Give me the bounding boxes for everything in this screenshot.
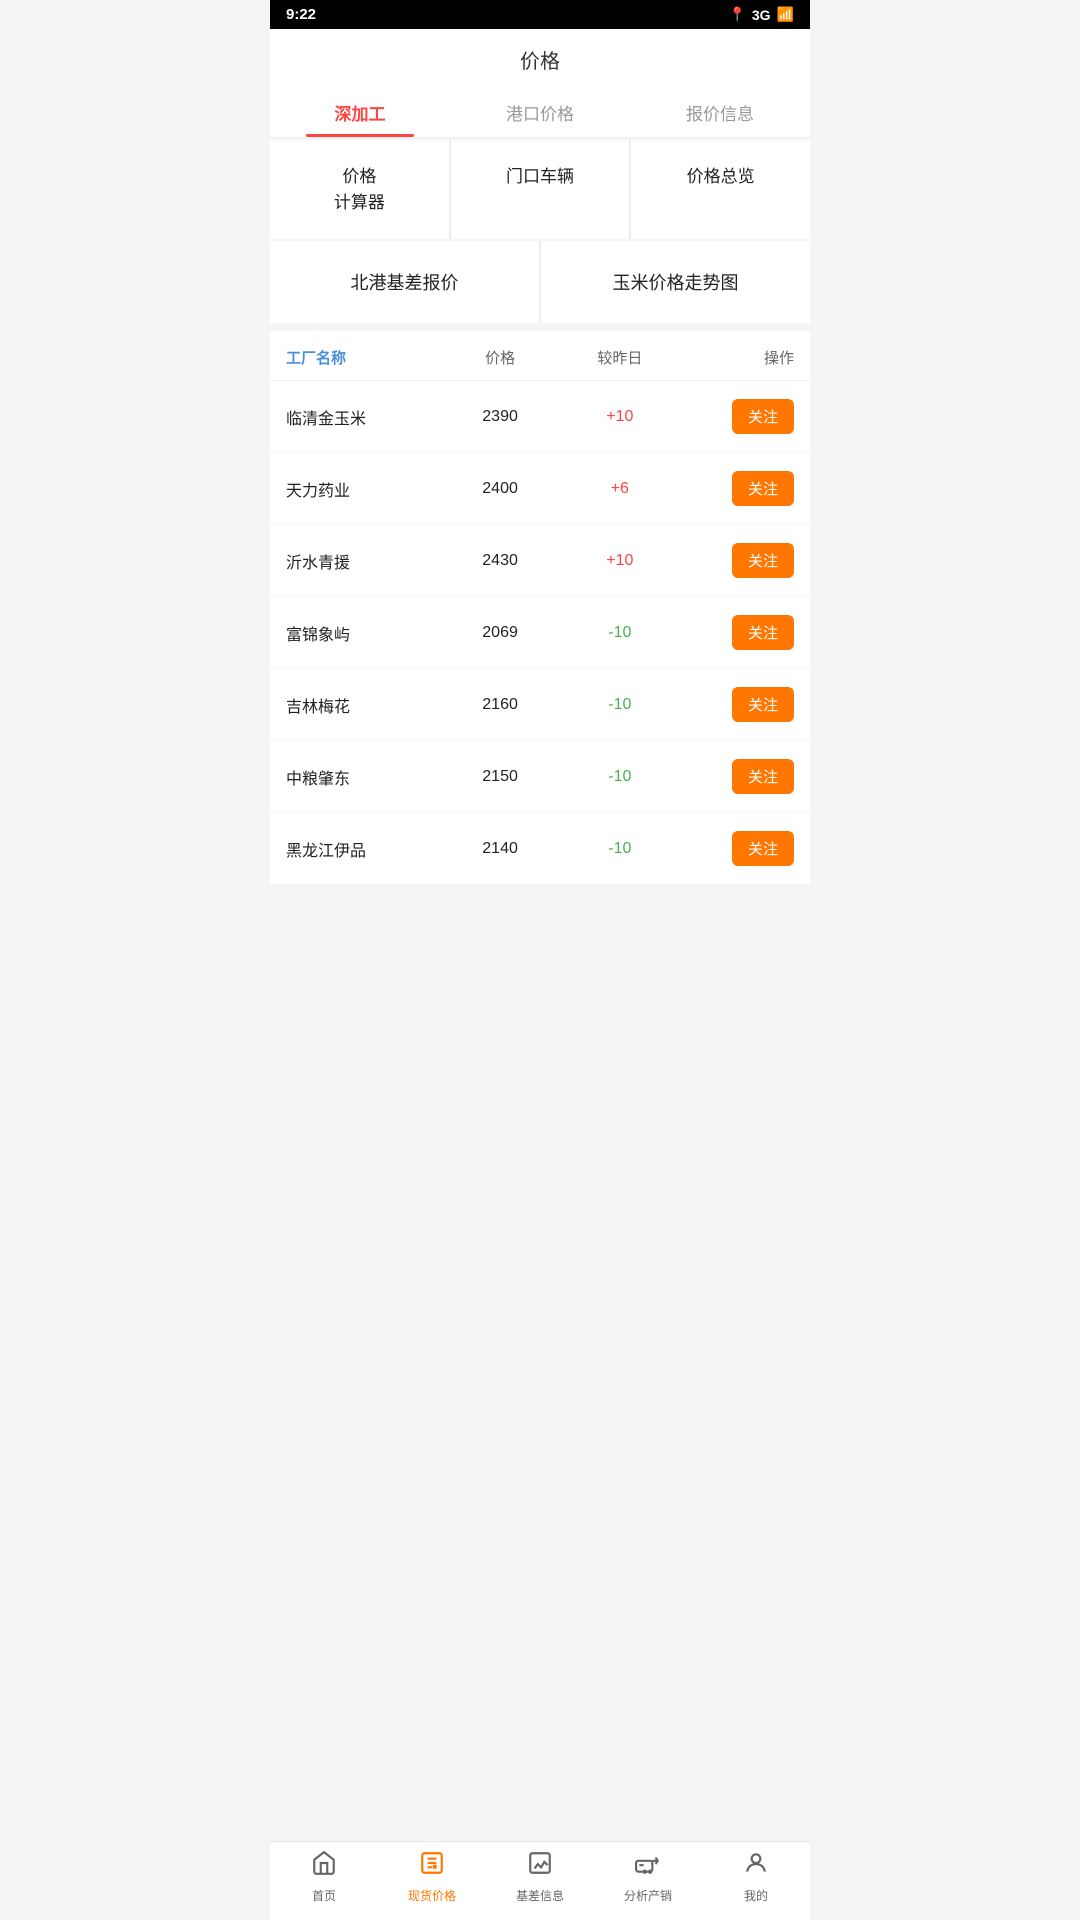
nav-mine[interactable]: 我的 — [702, 1850, 810, 1904]
person-icon — [743, 1850, 769, 1883]
signal-icon: 📶 — [777, 6, 794, 23]
second-item-begang-basis[interactable]: 北港基差报价 — [270, 241, 539, 323]
table-body: 临清金玉米 2390 +10 关注 天力药业 2400 +6 关注 沂水青援 2… — [270, 381, 810, 885]
row-factory-name: 黑龙江伊品 — [286, 837, 446, 861]
quick-item-price-calculator[interactable]: 价格 计算器 — [270, 140, 449, 239]
follow-button[interactable]: 关注 — [732, 759, 794, 794]
quick-item-price-overview[interactable]: 价格总览 — [631, 140, 810, 239]
table-row: 沂水青援 2430 +10 关注 — [270, 525, 810, 597]
nav-analysis[interactable]: 分析产销 — [594, 1850, 702, 1904]
page-title: 价格 — [270, 45, 810, 88]
follow-button[interactable]: 关注 — [732, 831, 794, 866]
bottom-nav: 首页 现货价格 基差信息 — [270, 1841, 810, 1920]
row-action: 关注 — [685, 399, 794, 434]
row-price: 2400 — [446, 480, 555, 498]
header-change: 较昨日 — [555, 347, 686, 368]
page-header: 价格 — [270, 29, 810, 88]
nav-spot-price-label: 现货价格 — [408, 1887, 456, 1904]
row-factory-name: 吉林梅花 — [286, 693, 446, 717]
table-row: 中粮肇东 2150 -10 关注 — [270, 741, 810, 813]
table-header: 工厂名称 价格 较昨日 操作 — [270, 331, 810, 381]
row-factory-name: 富锦象屿 — [286, 621, 446, 645]
header-price: 价格 — [446, 347, 555, 368]
row-price: 2140 — [446, 840, 555, 858]
row-price: 2160 — [446, 696, 555, 714]
tab-bar: 深加工 港口价格 报价信息 — [270, 88, 810, 138]
header-name: 工厂名称 — [286, 347, 446, 368]
nav-basis-info-label: 基差信息 — [516, 1887, 564, 1904]
row-factory-name: 天力药业 — [286, 477, 446, 501]
quick-menu: 价格 计算器 门口车辆 价格总览 — [270, 140, 810, 239]
home-icon — [311, 1850, 337, 1883]
row-price: 2069 — [446, 624, 555, 642]
second-menu: 北港基差报价 玉米价格走势图 — [270, 241, 810, 323]
row-change: +6 — [555, 480, 686, 498]
header-action: 操作 — [685, 347, 794, 368]
status-right: 📍 3G 📶 — [728, 6, 794, 23]
row-action: 关注 — [685, 687, 794, 722]
analysis-icon — [635, 1850, 661, 1883]
status-time: 9:22 — [286, 6, 316, 23]
follow-button[interactable]: 关注 — [732, 687, 794, 722]
row-factory-name: 临清金玉米 — [286, 405, 446, 429]
nav-analysis-label: 分析产销 — [624, 1887, 672, 1904]
follow-button[interactable]: 关注 — [732, 615, 794, 650]
network-label: 3G — [752, 7, 771, 23]
nav-spot-price[interactable]: 现货价格 — [378, 1850, 486, 1904]
table-row: 天力药业 2400 +6 关注 — [270, 453, 810, 525]
row-change: -10 — [555, 840, 686, 858]
row-action: 关注 — [685, 471, 794, 506]
nav-basis-info[interactable]: 基差信息 — [486, 1850, 594, 1904]
nav-home[interactable]: 首页 — [270, 1850, 378, 1904]
row-action: 关注 — [685, 615, 794, 650]
row-price: 2150 — [446, 768, 555, 786]
table-row: 黑龙江伊品 2140 -10 关注 — [270, 813, 810, 885]
row-change: -10 — [555, 624, 686, 642]
tab-port-price[interactable]: 港口价格 — [450, 88, 630, 137]
follow-button[interactable]: 关注 — [732, 399, 794, 434]
tab-quote-info[interactable]: 报价信息 — [630, 88, 810, 137]
basis-info-icon — [527, 1850, 553, 1883]
row-price: 2390 — [446, 408, 555, 426]
row-action: 关注 — [685, 831, 794, 866]
row-change: -10 — [555, 768, 686, 786]
follow-button[interactable]: 关注 — [732, 471, 794, 506]
network-icon: 📍 — [728, 6, 745, 23]
row-change: +10 — [555, 408, 686, 426]
table-row: 临清金玉米 2390 +10 关注 — [270, 381, 810, 453]
row-factory-name: 中粮肇东 — [286, 765, 446, 789]
quick-item-gate-vehicle[interactable]: 门口车辆 — [451, 140, 630, 239]
row-action: 关注 — [685, 543, 794, 578]
table-row: 富锦象屿 2069 -10 关注 — [270, 597, 810, 669]
follow-button[interactable]: 关注 — [732, 543, 794, 578]
row-price: 2430 — [446, 552, 555, 570]
row-action: 关注 — [685, 759, 794, 794]
nav-home-label: 首页 — [312, 1887, 336, 1904]
spot-price-icon — [419, 1850, 445, 1883]
nav-mine-label: 我的 — [744, 1887, 768, 1904]
status-bar: 9:22 📍 3G 📶 — [270, 0, 810, 29]
table-row: 吉林梅花 2160 -10 关注 — [270, 669, 810, 741]
row-factory-name: 沂水青援 — [286, 549, 446, 573]
price-table: 工厂名称 价格 较昨日 操作 临清金玉米 2390 +10 关注 天力药业 24… — [270, 331, 810, 885]
row-change: +10 — [555, 552, 686, 570]
tab-deep-processing[interactable]: 深加工 — [270, 88, 450, 137]
row-change: -10 — [555, 696, 686, 714]
second-item-corn-trend[interactable]: 玉米价格走势图 — [541, 241, 810, 323]
